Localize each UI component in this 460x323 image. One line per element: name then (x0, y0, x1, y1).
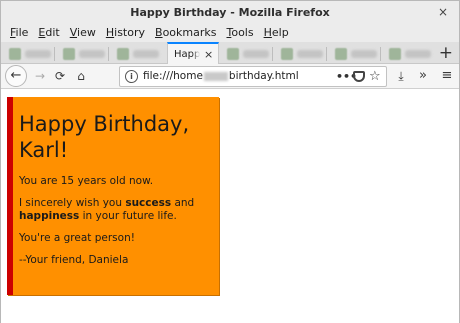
new-tab-icon[interactable]: + (439, 43, 453, 63)
menu-view-key: V (69, 26, 78, 39)
tab-blurred[interactable] (59, 44, 109, 64)
tab-blurred-title (79, 50, 105, 58)
menu-tools-label: ools (231, 26, 254, 39)
favicon-icon (389, 48, 401, 60)
wish-happiness: happiness (19, 210, 80, 222)
wish-line: I sincerely wish you success and happine… (19, 197, 213, 223)
back-arrow-icon[interactable]: ← (5, 65, 27, 87)
favicon-icon (227, 48, 239, 60)
favicon-icon (63, 48, 75, 60)
tab-blurred[interactable] (5, 44, 55, 64)
wish-mid: and (171, 197, 195, 209)
great-line: You're a great person! (19, 232, 135, 244)
tab-blurred-title (297, 50, 323, 58)
wish-success: success (125, 197, 172, 209)
menu-tools[interactable]: Tools (221, 24, 258, 42)
wish-pre: I sincerely wish you (19, 197, 126, 209)
menu-view[interactable]: View (65, 24, 101, 42)
tab-blurred[interactable] (223, 44, 273, 64)
age-line: You are 15 years old now. (19, 175, 154, 187)
pocket-icon[interactable] (353, 71, 365, 82)
tab-blurred[interactable] (385, 44, 435, 64)
hamburger-menu-icon[interactable]: ≡ (437, 66, 457, 86)
overflow-chevron-icon[interactable]: » (413, 66, 433, 86)
tab-blurred[interactable] (277, 44, 327, 64)
url-prefix: file:///home (143, 70, 203, 82)
menu-history[interactable]: History (101, 24, 150, 42)
wish-post: in your future life. (79, 210, 177, 222)
tab-blurred-title (405, 50, 431, 58)
menu-help-label: elp (271, 26, 289, 39)
window-title: Happy Birthday - Mozilla Firefox (130, 6, 330, 19)
tab-separator (108, 47, 109, 61)
bookmark-star-icon[interactable]: ☆ (369, 67, 381, 86)
url-text[interactable]: file:///home birthday.html (143, 67, 299, 86)
menu-bar: File Edit View History Bookmarks Tools H… (1, 24, 459, 42)
url-suffix: birthday.html (228, 70, 299, 82)
menu-file-label: ile (15, 26, 29, 39)
download-icon[interactable]: ⤓ (391, 66, 411, 86)
menu-help[interactable]: Help (259, 24, 294, 42)
favicon-icon (281, 48, 293, 60)
menu-history-key: H (105, 26, 115, 39)
tab-blurred-title (243, 50, 269, 58)
menu-bookmarks-label: ookmarks (162, 26, 217, 39)
browser-window: Happy Birthday - Mozilla Firefox × File … (0, 0, 460, 323)
menu-help-key: H (263, 26, 272, 39)
favicon-icon (117, 48, 129, 60)
menu-file[interactable]: File (5, 24, 33, 42)
home-icon[interactable]: ⌂ (71, 66, 91, 86)
menu-edit[interactable]: Edit (33, 24, 64, 42)
menu-history-label: istory (114, 26, 146, 39)
page-viewport: Happy Birthday, Karl! You are 15 years o… (1, 90, 459, 323)
menu-view-label: iew (77, 26, 96, 39)
tab-blurred-title (25, 50, 51, 58)
url-bar[interactable]: i file:///home birthday.html ••• ☆ (119, 66, 387, 87)
signature-line: --Your friend, Daniela (19, 254, 129, 266)
page-heading: Happy Birthday, Karl! (19, 112, 190, 162)
tab-active[interactable]: Happy × (167, 42, 219, 65)
menu-bookmarks-key: B (155, 26, 163, 39)
tab-blurred[interactable] (331, 44, 381, 64)
reload-icon[interactable]: ⟳ (50, 66, 70, 86)
tab-blurred-title (351, 50, 377, 58)
favicon-icon (335, 48, 347, 60)
menu-bookmarks[interactable]: Bookmarks (150, 24, 221, 42)
tab-close-icon[interactable]: × (204, 48, 213, 61)
menu-edit-label: dit (45, 26, 60, 39)
tab-strip: Happy × + (1, 42, 459, 65)
tab-separator (54, 47, 55, 61)
tab-separator (326, 47, 327, 61)
title-bar: Happy Birthday - Mozilla Firefox × (1, 1, 459, 24)
navigation-bar: ← → ⟳ ⌂ i file:///home birthday.html ••• … (1, 64, 459, 89)
close-icon[interactable]: × (436, 5, 450, 19)
forward-arrow-icon[interactable]: → (30, 66, 50, 86)
favicon-icon (9, 48, 21, 60)
tab-separator (380, 47, 381, 61)
url-redacted (203, 71, 228, 81)
birthday-card: Happy Birthday, Karl! You are 15 years o… (7, 97, 219, 295)
info-icon[interactable]: i (125, 70, 138, 83)
tab-blurred[interactable] (113, 44, 163, 64)
tab-separator (272, 47, 273, 61)
tab-active-label: Happy (174, 49, 200, 60)
tab-blurred-title (133, 50, 159, 58)
